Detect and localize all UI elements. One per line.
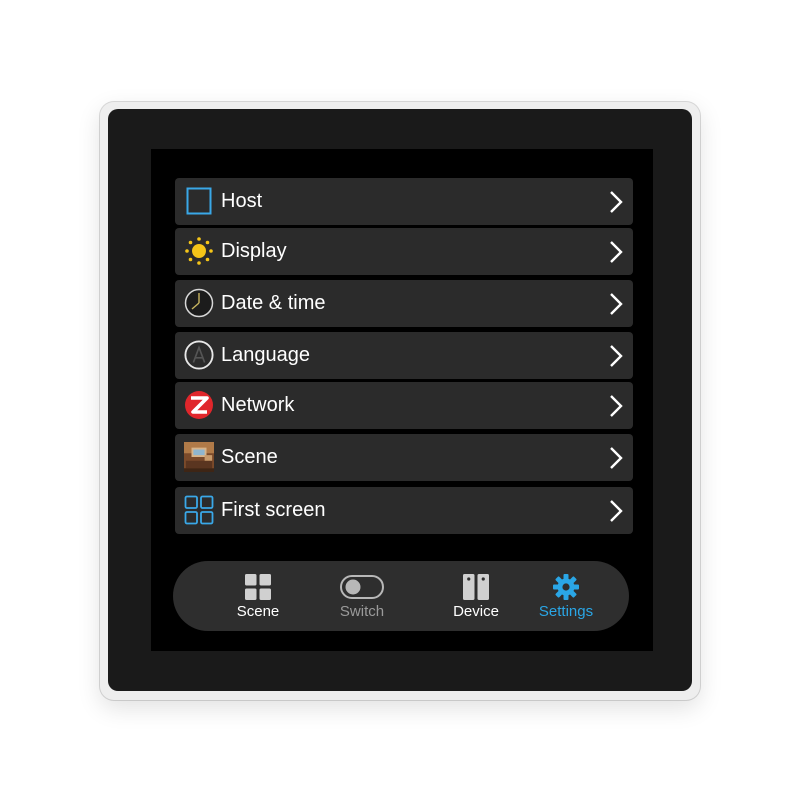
language-a-icon (184, 340, 214, 370)
tab-scene[interactable]: Scene (208, 561, 308, 631)
menu-item-label: First screen (221, 499, 326, 521)
sun-icon (184, 236, 214, 266)
grid-icon (184, 495, 214, 525)
tab-device[interactable]: Device (426, 561, 526, 631)
clock-icon (184, 288, 214, 318)
zigbee-icon (184, 390, 214, 420)
menu-item-scene[interactable]: Scene (175, 434, 633, 481)
scene-photo-icon (184, 442, 214, 472)
grid-icon (236, 573, 280, 601)
chevron-right-icon (609, 499, 623, 523)
menu-item-language[interactable]: Language (175, 332, 633, 379)
chevron-right-icon (609, 292, 623, 316)
menu-item-network[interactable]: Network (175, 382, 633, 429)
tab-label: Scene (236, 603, 280, 620)
toggle-icon (340, 573, 384, 601)
tab-label: Settings (538, 603, 594, 620)
tab-switch[interactable]: Switch (312, 561, 412, 631)
menu-item-display[interactable]: Display (175, 228, 633, 275)
menu-item-label: Language (221, 344, 310, 366)
gear-icon (544, 573, 588, 601)
menu-item-label: Display (221, 240, 287, 262)
tab-label: Device (453, 603, 499, 620)
menu-item-label: Host (221, 190, 263, 212)
chevron-right-icon (609, 446, 623, 470)
chevron-right-icon (609, 240, 623, 264)
chevron-right-icon (609, 190, 623, 214)
tab-settings[interactable]: Settings (516, 561, 616, 631)
menu-item-label: Scene (221, 446, 278, 468)
touch-screen: Host Display Date & time Language Networ… (151, 149, 653, 651)
square-outline-icon (184, 186, 214, 216)
menu-item-date-time[interactable]: Date & time (175, 280, 633, 327)
bottom-tab-bar: Scene Switch Device Settings (173, 561, 629, 631)
chevron-right-icon (609, 344, 623, 368)
menu-item-host[interactable]: Host (175, 178, 633, 225)
chevron-right-icon (609, 394, 623, 418)
menu-item-label: Date & time (221, 292, 326, 314)
device-panel-icon (454, 573, 498, 601)
tab-label: Switch (339, 603, 385, 620)
menu-item-label: Network (221, 394, 295, 416)
menu-item-first-screen[interactable]: First screen (175, 487, 633, 534)
